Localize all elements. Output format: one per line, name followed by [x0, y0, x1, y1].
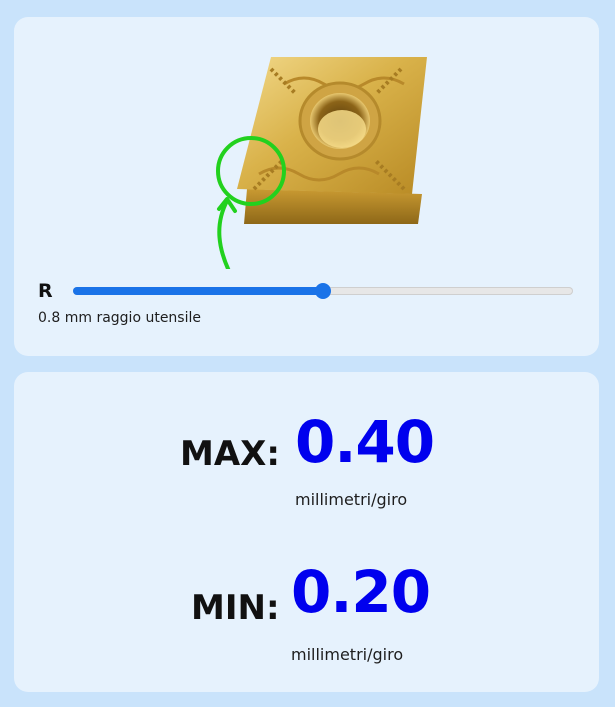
radius-slider-row: R: [38, 279, 578, 303]
min-feed-label: MIN:: [191, 588, 280, 628]
max-feed-value: 0.40: [295, 408, 435, 476]
feed-rate-card: MAX: 0.40 millimetri/giro MIN: 0.20 mill…: [14, 372, 599, 692]
min-feed-value: 0.20: [291, 558, 431, 626]
radius-slider[interactable]: [73, 283, 573, 299]
radius-slider-fill: [73, 287, 323, 295]
radius-slider-label: R: [38, 280, 53, 302]
radius-slider-thumb[interactable]: [315, 283, 331, 299]
max-feed-label: MAX:: [180, 434, 280, 474]
tool-radius-card: R 0.8 mm raggio utensile: [14, 17, 599, 356]
min-feed-unit: millimetri/giro: [291, 645, 404, 664]
radius-caption: 0.8 mm raggio utensile: [38, 310, 201, 326]
turning-insert-icon: [216, 57, 427, 269]
max-feed-unit: millimetri/giro: [295, 490, 408, 509]
